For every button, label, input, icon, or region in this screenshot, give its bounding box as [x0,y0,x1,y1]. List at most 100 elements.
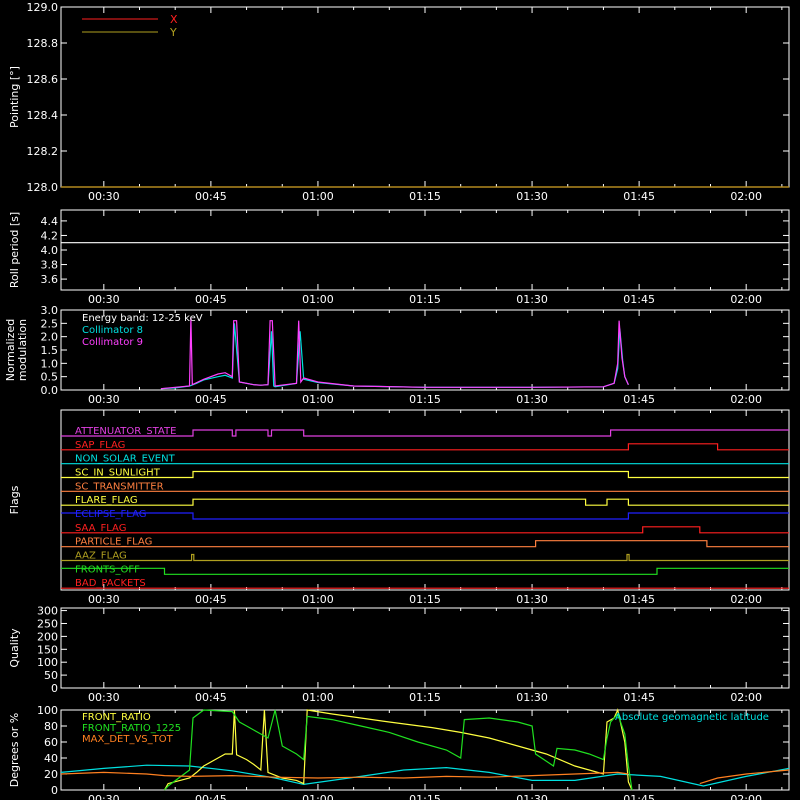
flag-label-attenuator-state: ATTENUATOR_STATE [75,426,176,437]
flags-xtick-label: 02:00 [730,593,762,606]
quality-xtick-label: 01:30 [516,691,548,704]
flag-label-eclipse-flag: ECLIPSE_FLAG [75,509,146,520]
flags-xtick-label: 00:45 [195,593,227,606]
pointing-xtick-label: 00:45 [195,190,227,203]
flags-ylabel: Flags [8,485,21,514]
ratios-xtick-label: 01:30 [516,793,548,800]
flag-label-sc-transmitter: SC_TRANSMITTER [75,481,164,492]
quality-ytick-label: 250 [37,617,58,630]
quality-ytick-label: 100 [37,656,58,669]
flags-xtick-label: 01:45 [623,593,655,606]
ratios-xtick-label: 00:45 [195,793,227,800]
pointing-ylabel: Pointing [°] [8,66,21,128]
legend-label-front-ratio-1225: FRONT_RATIO_1225 [82,723,181,734]
pointing-xtick-label: 01:15 [409,190,441,203]
legend-label-collimator-9: Collimator 9 [82,337,143,348]
pointing-ytick-label: 128.0 [27,181,59,194]
roll-xtick-label: 01:15 [409,293,441,306]
pointing-xtick-label: 01:30 [516,190,548,203]
modulation-xtick-label: 01:15 [409,393,441,406]
ratios-xtick-label: 00:30 [88,793,120,800]
ratios-xtick-label: 02:00 [730,793,762,800]
legend-label-y: Y [169,26,177,39]
pointing-xtick-label: 01:00 [302,190,334,203]
pointing-ytick-label: 128.2 [27,145,59,158]
flag-label-non-solar-event: NON_SOLAR_EVENT [75,454,176,465]
flag-label-saa-flag: SAA_FLAG [75,523,126,534]
pointing-xtick-label: 01:45 [623,190,655,203]
modulation-ytick-label: 1.5 [41,344,59,357]
legend-label-max-det-vs-tot: MAX_DET_VS_TOT [82,734,174,745]
modulation-ytick-label: 2.0 [41,331,59,344]
ratios-xtick-label: 01:00 [302,793,334,800]
quality-ytick-label: 150 [37,643,58,656]
flag-label-aaz-flag: AAZ_FLAG [75,551,127,562]
roll-xtick-label: 01:00 [302,293,334,306]
pointing-ytick-label: 129.0 [27,1,59,14]
modulation-xtick-label: 01:30 [516,393,548,406]
ratios-ytick-label: 80 [44,720,58,733]
roll-ytick-label: 4.0 [41,244,59,257]
quality-xtick-label: 00:30 [88,691,120,704]
pointing-xtick-label: 00:30 [88,190,120,203]
roll-ytick-label: 4.2 [41,229,59,242]
flags-xtick-label: 01:30 [516,593,548,606]
quality-xtick-label: 00:45 [195,691,227,704]
quality-xtick-label: 01:45 [623,691,655,704]
quality-xtick-label: 01:00 [302,691,334,704]
ratios-ytick-label: 20 [44,768,58,781]
quality-ytick-label: 300 [37,605,58,618]
pointing-ytick-label: 128.6 [27,73,59,86]
flags-xtick-label: 01:15 [409,593,441,606]
roll-ytick-label: 4.4 [41,215,59,228]
pointing-ytick-label: 128.8 [27,37,59,50]
flag-label-sc-in-sunlight: SC_IN_SUNLIGHT [75,468,161,479]
modulation-ytick-label: 0.5 [41,371,59,384]
modulation-ytick-label: 0.0 [41,384,59,397]
quality-ylabel: Quality [8,628,21,668]
modulation-xtick-label: 01:45 [623,393,655,406]
flag-label-particle-flag: PARTICLE_FLAG [75,537,152,548]
energy-band-annotation: Energy band: 12-25 keV [82,313,203,324]
roll-xtick-label: 02:00 [730,293,762,306]
ratios-ytick-label: 40 [44,752,58,765]
roll-xtick-label: 01:45 [623,293,655,306]
quality-ytick-label: 0 [51,682,58,695]
modulation-xtick-label: 02:00 [730,393,762,406]
flags-xtick-label: 01:00 [302,593,334,606]
flag-label-fronts-off: FRONTS_OFF [75,564,140,575]
modulation-xtick-label: 01:00 [302,393,334,406]
flag-label-flare-flag: FLARE_FLAG [75,495,138,506]
roll-xtick-label: 01:30 [516,293,548,306]
roll-ytick-label: 3.6 [41,273,59,286]
flag-label-bad-packets: BAD_PACKETS [75,578,146,589]
ratios-ylabel: Degrees or % [8,713,21,787]
pointing-ytick-label: 128.4 [27,109,59,122]
quality-ytick-label: 200 [37,630,58,643]
modulation-ytick-label: 2.5 [41,317,59,330]
ratios-ytick-label: 60 [44,736,58,749]
modulation-ylabel: modulation [16,319,29,381]
ratios-xtick-label: 01:15 [409,793,441,800]
modulation-xtick-label: 00:45 [195,393,227,406]
quality-xtick-label: 01:15 [409,691,441,704]
ratios-ytick-label: 100 [37,704,58,717]
quality-xtick-label: 02:00 [730,691,762,704]
legend-label-front-ratio: FRONT_RATIO [82,712,151,723]
roll-ytick-label: 3.8 [41,259,59,272]
legend-label-x: X [170,13,178,26]
legend-label-collimator-8: Collimator 8 [82,325,143,336]
ratios-xtick-label: 01:45 [623,793,655,800]
modulation-ytick-label: 1.0 [41,357,59,370]
quality-ytick-label: 50 [44,669,58,682]
ratios-ytick-label: 0 [51,784,58,797]
hessi-quicklook-figure: 00:30 00:45 01:00 01:15 01:30 01:45 02:00 Point… [0,0,800,800]
pointing-xtick-label: 02:00 [730,190,762,203]
flags-xtick-label: 00:30 [88,593,120,606]
legend-label-absolute-geomagnetic-latitude: Absolute geomagnetic latitude [615,712,769,723]
flag-label-sap-flag: SAP_FLAG [75,440,125,451]
roll-xtick-label: 00:30 [88,293,120,306]
roll-ylabel: Roll period [s] [8,212,21,288]
modulation-ytick-label: 3.0 [41,304,59,317]
modulation-xtick-label: 00:30 [88,393,120,406]
